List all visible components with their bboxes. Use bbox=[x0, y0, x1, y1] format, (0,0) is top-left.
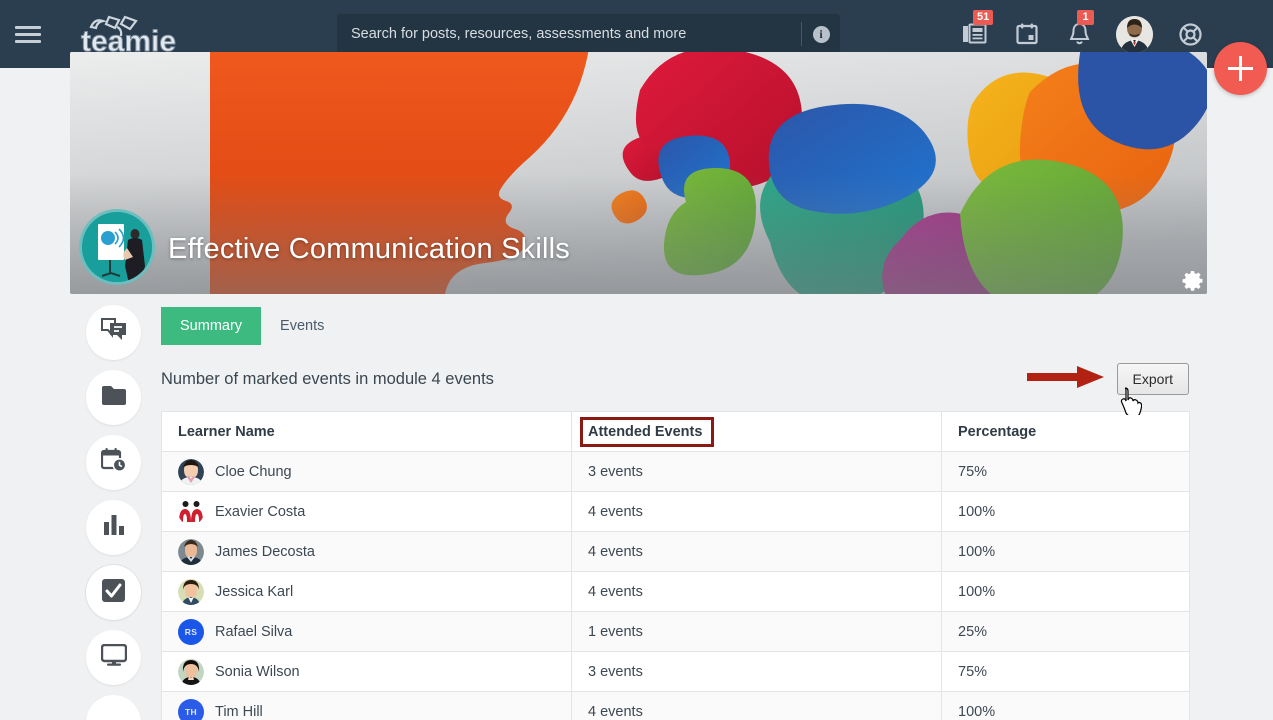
avatar bbox=[178, 498, 204, 525]
notifications-bell-icon[interactable]: 1 bbox=[1064, 10, 1094, 49]
notifications-badge: 1 bbox=[1077, 10, 1094, 25]
cell-attended-events: 3 events bbox=[571, 451, 942, 492]
sidebar-item-assessments[interactable] bbox=[86, 565, 141, 620]
avatar-initials: RS bbox=[184, 626, 198, 637]
avatar bbox=[178, 538, 204, 565]
bar-chart-icon bbox=[102, 514, 126, 541]
avatar-initials: TH bbox=[185, 706, 197, 717]
cell-learner-name: Exavier Costa bbox=[161, 491, 572, 532]
cell-learner-name: Sonia Wilson bbox=[161, 651, 572, 692]
course-banner: Effective Communication Skills bbox=[70, 52, 1207, 294]
calendar-icon[interactable] bbox=[1012, 19, 1042, 49]
tab-events[interactable]: Events bbox=[261, 307, 343, 345]
avatar: RS bbox=[178, 618, 204, 645]
app-root: teamie i 51 bbox=[0, 0, 1273, 720]
cell-learner-name: Jessica Karl bbox=[161, 571, 572, 612]
teamie-logo[interactable]: teamie bbox=[73, 11, 193, 57]
table-row[interactable]: Jessica Karl 4 events 100% bbox=[161, 571, 1190, 612]
avatar bbox=[178, 458, 204, 485]
cell-attended-events: 3 events bbox=[571, 651, 942, 692]
avatar bbox=[178, 658, 204, 685]
column-header-percentage[interactable]: Percentage bbox=[941, 411, 1190, 452]
monitor-icon bbox=[100, 643, 127, 671]
avatar: TH bbox=[178, 698, 204, 720]
chat-bubbles-icon bbox=[100, 318, 127, 347]
tab-bar: Summary Events bbox=[161, 307, 1189, 345]
posts-icon[interactable]: 51 bbox=[960, 10, 994, 49]
sidebar-item-analytics[interactable] bbox=[86, 500, 141, 555]
table-row[interactable]: Cloe Chung 3 events 75% bbox=[161, 451, 1190, 492]
table-row[interactable]: TH Tim Hill 4 events 100% bbox=[161, 691, 1190, 720]
column-header-attended-events-label: Attended Events bbox=[588, 423, 703, 440]
cell-percentage: 100% bbox=[941, 691, 1190, 720]
table-row[interactable]: Exavier Costa 4 events 100% bbox=[161, 491, 1190, 532]
checkbox-icon bbox=[101, 578, 126, 608]
sidebar-item-materials[interactable] bbox=[86, 370, 141, 425]
course-sidebar bbox=[86, 305, 141, 720]
sidebar-item-posts[interactable] bbox=[86, 305, 141, 360]
cell-percentage: 100% bbox=[941, 531, 1190, 572]
cell-percentage: 100% bbox=[941, 491, 1190, 532]
avatar bbox=[178, 578, 204, 605]
learner-name: Cloe Chung bbox=[215, 463, 292, 480]
cell-learner-name: James Decosta bbox=[161, 531, 572, 572]
table-row[interactable]: James Decosta 4 events 100% bbox=[161, 531, 1190, 572]
cell-percentage: 100% bbox=[941, 571, 1190, 612]
course-title: Effective Communication Skills bbox=[168, 233, 570, 265]
search-input[interactable] bbox=[337, 26, 801, 42]
user-avatar[interactable] bbox=[1116, 15, 1153, 53]
cell-attended-events: 4 events bbox=[571, 691, 942, 720]
table-row[interactable]: RS Rafael Silva 1 events 25% bbox=[161, 611, 1190, 652]
info-icon-glyph: i bbox=[812, 25, 830, 43]
help-lifering-icon[interactable] bbox=[1175, 19, 1205, 49]
attendance-table: Learner Name Attended Events Percentage bbox=[161, 411, 1190, 720]
ellipsis-icon bbox=[101, 714, 127, 720]
cell-percentage: 75% bbox=[941, 651, 1190, 692]
learner-name: Tim Hill bbox=[215, 703, 263, 720]
posts-badge: 51 bbox=[973, 10, 994, 25]
hamburger-menu-icon[interactable] bbox=[15, 22, 41, 47]
folder-icon bbox=[101, 385, 127, 411]
sidebar-item-classroom[interactable] bbox=[86, 630, 141, 685]
search-bar[interactable]: i bbox=[337, 14, 840, 54]
table-body: Cloe Chung 3 events 75% Exavier Costa 4 … bbox=[161, 451, 1190, 720]
tab-summary[interactable]: Summary bbox=[161, 307, 262, 345]
column-header-attended-events[interactable]: Attended Events bbox=[571, 411, 942, 452]
cell-attended-events: 4 events bbox=[571, 531, 942, 572]
info-icon[interactable]: i bbox=[802, 25, 840, 43]
calendar-clock-icon bbox=[100, 447, 127, 478]
cell-attended-events: 4 events bbox=[571, 491, 942, 532]
learner-name: Jessica Karl bbox=[215, 583, 294, 600]
main-content: Summary Events Number of marked events i… bbox=[161, 307, 1190, 720]
export-zone: Export bbox=[1026, 363, 1189, 418]
column-header-learner-name[interactable]: Learner Name bbox=[161, 411, 572, 452]
cell-learner-name: TH Tim Hill bbox=[161, 691, 572, 720]
learner-name: Rafael Silva bbox=[215, 623, 293, 640]
annotation-arrow-icon bbox=[1026, 365, 1105, 394]
learner-name: Sonia Wilson bbox=[215, 663, 300, 680]
table-row[interactable]: Sonia Wilson 3 events 75% bbox=[161, 651, 1190, 692]
table-head: Learner Name Attended Events Percentage bbox=[161, 411, 1190, 452]
course-icon bbox=[79, 209, 155, 285]
cell-learner-name: Cloe Chung bbox=[161, 451, 572, 492]
cell-attended-events: 1 events bbox=[571, 611, 942, 652]
cell-percentage: 75% bbox=[941, 451, 1190, 492]
cell-learner-name: RS Rafael Silva bbox=[161, 611, 572, 652]
add-button[interactable] bbox=[1214, 42, 1267, 95]
table-header-row: Learner Name Attended Events Percentage bbox=[161, 411, 1190, 452]
cell-attended-events: 4 events bbox=[571, 571, 942, 612]
learner-name: James Decosta bbox=[215, 543, 315, 560]
learner-name: Exavier Costa bbox=[215, 503, 306, 520]
sidebar-item-schedule[interactable] bbox=[86, 435, 141, 490]
sidebar-item-more[interactable] bbox=[86, 695, 141, 720]
page-subheading: Number of marked events in module 4 even… bbox=[161, 369, 494, 388]
cell-percentage: 25% bbox=[941, 611, 1190, 652]
subheading-row: Number of marked events in module 4 even… bbox=[161, 362, 1189, 418]
